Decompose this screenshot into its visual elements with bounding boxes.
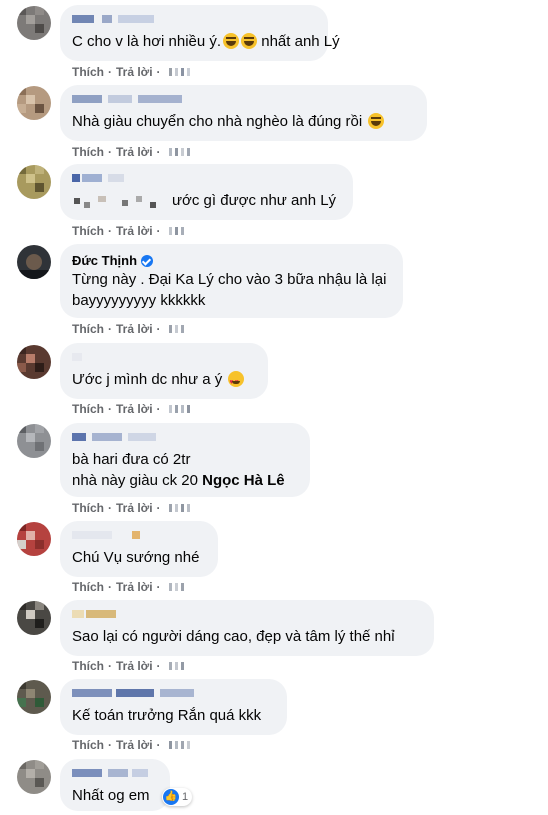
comment-text: Nhất og em xyxy=(72,787,150,804)
comment-actions: Thích · Trả lời · xyxy=(72,65,193,79)
reply-link[interactable]: Trả lời xyxy=(116,659,153,673)
blurred-author-name xyxy=(72,351,256,365)
comment-actions: Thích · Trả lời · xyxy=(72,224,193,238)
comment-bubble: Sao lại có người dáng cao, đẹp và tâm lý… xyxy=(60,600,434,656)
comment-bubble: Nhà giàu chuyển cho nhà nghèo là đúng rồ… xyxy=(60,85,427,141)
laughing-emoji-icon xyxy=(241,33,258,49)
blurred-mention xyxy=(74,194,166,208)
blurred-author-name xyxy=(72,687,275,701)
reply-link[interactable]: Trả lời xyxy=(116,145,153,159)
reply-link[interactable]: Trả lời xyxy=(116,501,153,515)
comment-actions: Thích · Trả lời · xyxy=(72,738,193,752)
author-name[interactable]: Đức Thịnh xyxy=(72,252,391,269)
reply-link[interactable]: Trả lời xyxy=(116,322,153,336)
comment-text: Nhà giàu chuyển cho nhà nghèo là đúng rồ… xyxy=(72,111,415,132)
comment-text: Ước j mình dc như a ý xyxy=(72,369,256,393)
heart-eyes-emoji-icon xyxy=(228,371,245,393)
avatar[interactable] xyxy=(17,86,51,120)
avatar[interactable] xyxy=(17,424,51,458)
blurred-author-name xyxy=(72,93,415,107)
avatar[interactable] xyxy=(17,6,51,40)
comment-text-line-2: nhà này giàu ck 20 Ngọc Hà Lê xyxy=(72,472,285,489)
comment-actions: Thích · Trả lời · xyxy=(72,580,193,594)
comment-text: C cho v là hơi nhiều ý. nhất anh Lý xyxy=(72,33,340,50)
comment-text-line-2: bayyyyyyyyy kkkkkk xyxy=(72,292,206,309)
reply-link[interactable]: Trả lời xyxy=(116,65,153,79)
like-link[interactable]: Thích xyxy=(72,402,104,416)
comment-text-line-1: Từng này . Đại Ka Lý cho vào 3 bữa nhậu … xyxy=(72,271,387,288)
blurred-author-name xyxy=(72,608,422,622)
avatar[interactable] xyxy=(17,601,51,635)
comment-bubble: Nhất og em xyxy=(60,759,170,811)
avatar[interactable] xyxy=(17,760,51,794)
mention-link[interactable]: Ngọc Hà Lê xyxy=(202,472,285,489)
comment-text-line-1: bà hari đưa có 2tr xyxy=(72,451,191,468)
reply-link[interactable]: Trả lời xyxy=(116,402,153,416)
avatar[interactable] xyxy=(17,680,51,714)
like-link[interactable]: Thích xyxy=(72,659,104,673)
blurred-timestamp[interactable] xyxy=(168,741,193,749)
like-link[interactable]: Thích xyxy=(72,580,104,594)
comment-text: Chú Vụ sướng nhé xyxy=(72,549,200,566)
blurred-author-name xyxy=(72,529,206,543)
blurred-author-name xyxy=(72,172,341,186)
blurred-timestamp[interactable] xyxy=(168,227,193,235)
like-link[interactable]: Thích xyxy=(72,322,104,336)
reply-link[interactable]: Trả lời xyxy=(116,580,153,594)
comment-actions: Thích · Trả lời · xyxy=(72,659,193,673)
blurred-timestamp[interactable] xyxy=(168,583,193,591)
blurred-timestamp[interactable] xyxy=(168,148,193,156)
blurred-timestamp[interactable] xyxy=(168,68,193,76)
comment-actions: Thích · Trả lời · xyxy=(72,322,193,336)
comment-bubble: bà hari đưa có 2tr nhà này giàu ck 20 Ng… xyxy=(60,423,310,497)
like-link[interactable]: Thích xyxy=(72,501,104,515)
comment-actions: Thích · Trả lời · xyxy=(72,145,193,159)
reaction-count-badge[interactable]: 👍 1 xyxy=(162,788,193,806)
comment-text: Kế toán trưởng Rắn quá kkk xyxy=(72,707,262,724)
comment-actions: Thích · Trả lời · xyxy=(72,501,193,515)
like-link[interactable]: Thích xyxy=(72,738,104,752)
reply-link[interactable]: Trả lời xyxy=(116,224,153,238)
blurred-author-name xyxy=(72,13,316,27)
blurred-author-name xyxy=(72,767,158,781)
like-link[interactable]: Thích xyxy=(72,145,104,159)
like-icon: 👍 xyxy=(163,789,179,805)
comment-bubble: Ước j mình dc như a ý xyxy=(60,343,268,399)
comment-bubble: Đức Thịnh Từng này . Đại Ka Lý cho vào 3… xyxy=(60,244,403,318)
comment-actions: Thích · Trả lời · xyxy=(72,402,193,416)
blurred-timestamp[interactable] xyxy=(168,662,193,670)
laughing-emoji-icon xyxy=(368,113,385,129)
comment-bubble: C cho v là hơi nhiều ý. nhất anh Lý xyxy=(60,5,340,61)
comment-bubble: Chú Vụ sướng nhé xyxy=(60,521,218,577)
like-link[interactable]: Thích xyxy=(72,224,104,238)
blurred-timestamp[interactable] xyxy=(168,504,193,512)
blurred-author-name xyxy=(72,431,298,445)
like-link[interactable]: Thích xyxy=(72,65,104,79)
comment-text: Sao lại có người dáng cao, đẹp và tâm lý… xyxy=(72,628,395,645)
comment-bubble: Kế toán trưởng Rắn quá kkk xyxy=(60,679,287,735)
verified-badge-icon xyxy=(141,254,154,267)
blurred-timestamp[interactable] xyxy=(168,325,193,333)
avatar[interactable] xyxy=(17,165,51,199)
blurred-timestamp[interactable] xyxy=(168,405,193,413)
reply-link[interactable]: Trả lời xyxy=(116,738,153,752)
avatar[interactable] xyxy=(17,345,51,379)
avatar[interactable] xyxy=(17,522,51,556)
reaction-count: 1 xyxy=(182,791,189,803)
comment-bubble: ước gì được như anh Lý xyxy=(60,164,353,220)
laughing-emoji-icon xyxy=(223,33,240,49)
avatar[interactable] xyxy=(17,245,51,279)
